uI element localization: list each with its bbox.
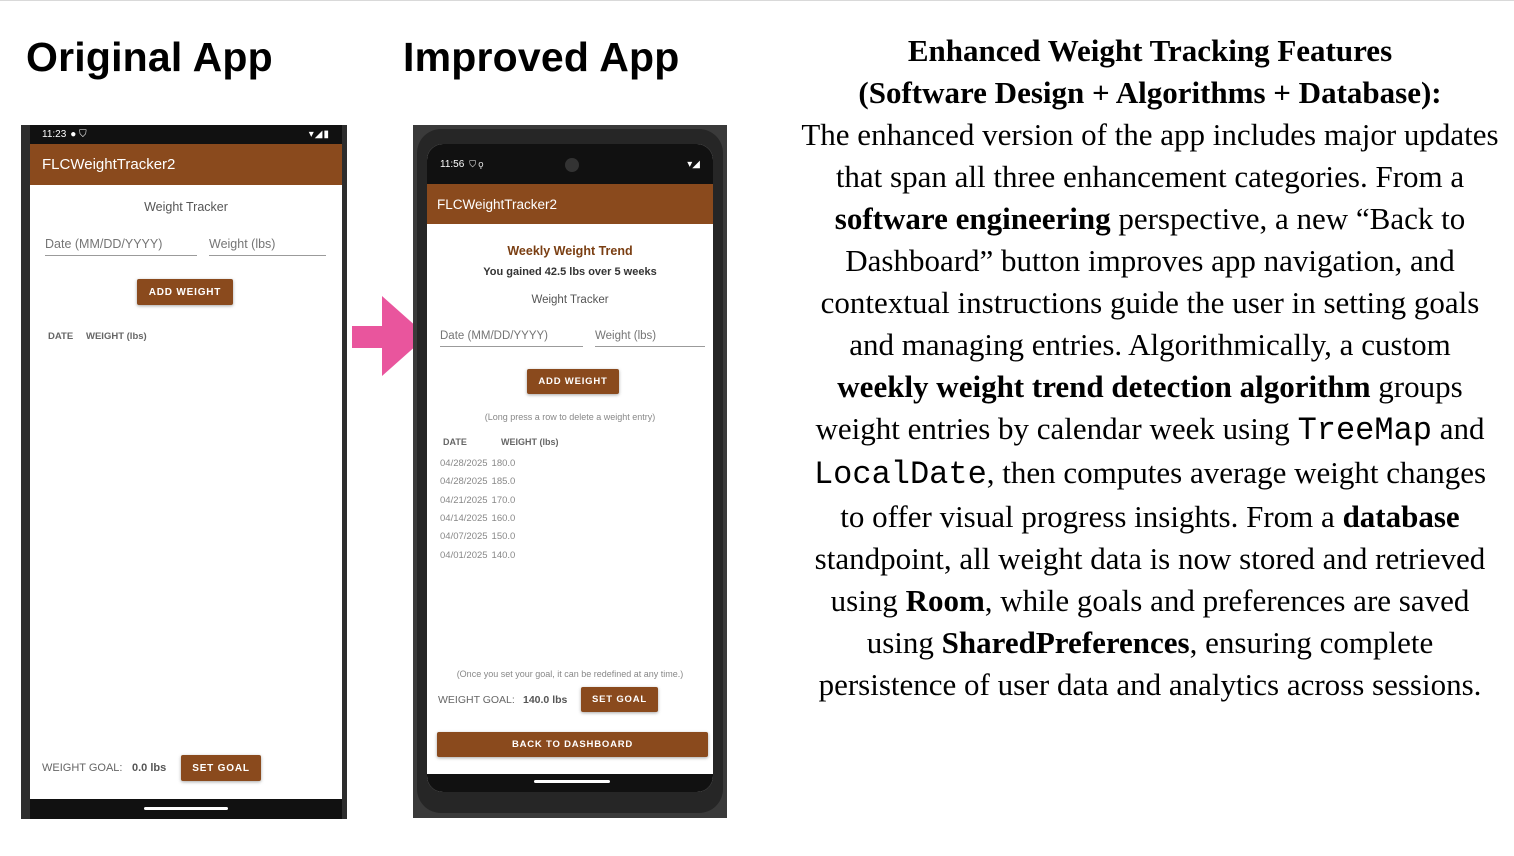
goal-hint: (Once you set your goal, it can be redef… <box>456 669 684 679</box>
home-indicator[interactable] <box>534 780 610 783</box>
improved-phone: 11:56 ⛉ ⚲ ▾◢ FLCWeightTracker2 Weekly We… <box>413 125 727 818</box>
app-bar: FLCWeightTracker2 <box>30 144 342 185</box>
status-icons-right: ▾◢▮ <box>308 129 330 140</box>
date-column-header: DATE <box>48 331 74 342</box>
row-weight: 160.0 <box>491 512 516 524</box>
app-title: FLCWeightTracker2 <box>42 156 176 173</box>
trend-title: Weekly Weight Trend <box>507 244 633 258</box>
status-bar: 11:56 ⛉ ⚲ ▾◢ <box>427 144 713 184</box>
body-text: and <box>1431 411 1485 446</box>
original-app-title: Original App <box>26 34 273 80</box>
goal-value: 0.0 lbs <box>132 762 167 774</box>
description-heading-line1: Enhanced Weight Tracking Features <box>907 33 1393 68</box>
original-screen: 11:23 ● ⛉ ▾◢▮ FLCWeightTracker2 Weight T… <box>30 125 342 819</box>
back-to-dashboard-button[interactable]: BACK TO DASHBOARD <box>437 732 708 757</box>
add-weight-button[interactable]: ADD WEIGHT <box>137 279 233 305</box>
row-date: 04/14/2025 <box>440 512 488 524</box>
code-treemap: TreeMap <box>1297 412 1432 449</box>
weight-column-header: WEIGHT (lbs) <box>86 331 147 342</box>
row-weight: 140.0 <box>491 549 516 561</box>
home-indicator[interactable] <box>144 807 228 810</box>
code-localdate: LocalDate <box>813 456 987 493</box>
emphasis-algorithm: weekly weight trend detection algorithm <box>837 369 1371 404</box>
description: Enhanced Weight Tracking Features (Softw… <box>800 30 1500 706</box>
date-input[interactable]: Date (MM/DD/YYYY) <box>45 237 197 256</box>
nav-bar <box>427 774 713 792</box>
delete-hint: (Long press a row to delete a weight ent… <box>484 412 656 422</box>
table-row[interactable]: 04/07/2025 150.0 <box>440 531 515 542</box>
original-phone: 11:23 ● ⛉ ▾◢▮ FLCWeightTracker2 Weight T… <box>21 125 347 819</box>
row-date: 04/01/2025 <box>440 549 488 561</box>
row-date: 04/28/2025 <box>440 476 488 488</box>
row-date: 04/28/2025 <box>440 458 488 469</box>
app-bar: FLCWeightTracker2 <box>427 184 713 224</box>
body-text: The enhanced version of the app includes… <box>801 117 1499 194</box>
row-weight: 180.0 <box>491 458 516 469</box>
status-icons-right: ▾◢ <box>687 158 700 170</box>
improved-app-title: Improved App <box>403 34 680 80</box>
table-row[interactable]: 04/01/2025 140.0 <box>440 550 515 561</box>
status-bar: 11:23 ● ⛉ ▾◢▮ <box>30 125 342 144</box>
table-row[interactable]: 04/28/2025 185.0 <box>440 476 515 487</box>
top-divider <box>0 0 1514 1</box>
emphasis-sharedpreferences: SharedPreferences <box>941 625 1190 660</box>
section-label: Weight Tracker <box>144 200 228 214</box>
description-body: The enhanced version of the app includes… <box>800 114 1500 706</box>
row-date: 04/07/2025 <box>440 531 488 543</box>
status-icons-left: ⛉ ⚲ <box>469 158 484 169</box>
goal-label: WEIGHT GOAL: <box>438 694 515 706</box>
phone-frame: 11:56 ⛉ ⚲ ▾◢ FLCWeightTracker2 Weekly We… <box>417 129 723 813</box>
description-heading-line2: (Software Design + Algorithms + Database… <box>858 75 1442 110</box>
row-date: 04/21/2025 <box>440 494 488 506</box>
section-label: Weight Tracker <box>531 294 609 306</box>
emphasis-database: database <box>1342 499 1460 534</box>
table-row[interactable]: 04/14/2025 160.0 <box>440 513 515 524</box>
row-weight: 150.0 <box>491 531 516 543</box>
date-input[interactable]: Date (MM/DD/YYYY) <box>440 330 583 347</box>
nav-bar <box>30 799 342 819</box>
row-weight: 185.0 <box>491 476 516 488</box>
camera-icon <box>565 158 579 172</box>
emphasis-room: Room <box>905 583 985 618</box>
goal-value: 140.0 lbs <box>523 694 568 706</box>
improved-screen: 11:56 ⛉ ⚲ ▾◢ FLCWeightTracker2 Weekly We… <box>427 144 713 792</box>
emphasis-software-engineering: software engineering <box>834 201 1111 236</box>
set-goal-button[interactable]: SET GOAL <box>181 755 261 781</box>
set-goal-button[interactable]: SET GOAL <box>581 687 658 712</box>
add-weight-button[interactable]: ADD WEIGHT <box>527 369 619 394</box>
app-title: FLCWeightTracker2 <box>437 196 558 212</box>
status-time: 11:56 <box>440 158 465 170</box>
weight-input[interactable]: Weight (lbs) <box>209 237 326 256</box>
status-icons-left: ● ⛉ <box>70 129 87 140</box>
table-row[interactable]: 04/28/2025 180.0 <box>440 458 515 469</box>
status-time: 11:23 <box>42 129 67 140</box>
table-row[interactable]: 04/21/2025 170.0 <box>440 495 515 506</box>
trend-summary: You gained 42.5 lbs over 5 weeks <box>483 266 657 278</box>
weight-input[interactable]: Weight (lbs) <box>595 330 705 347</box>
row-weight: 170.0 <box>491 494 516 506</box>
date-column-header: DATE <box>443 437 467 447</box>
goal-label: WEIGHT GOAL: <box>42 762 123 774</box>
weight-column-header: WEIGHT (lbs) <box>501 437 559 447</box>
